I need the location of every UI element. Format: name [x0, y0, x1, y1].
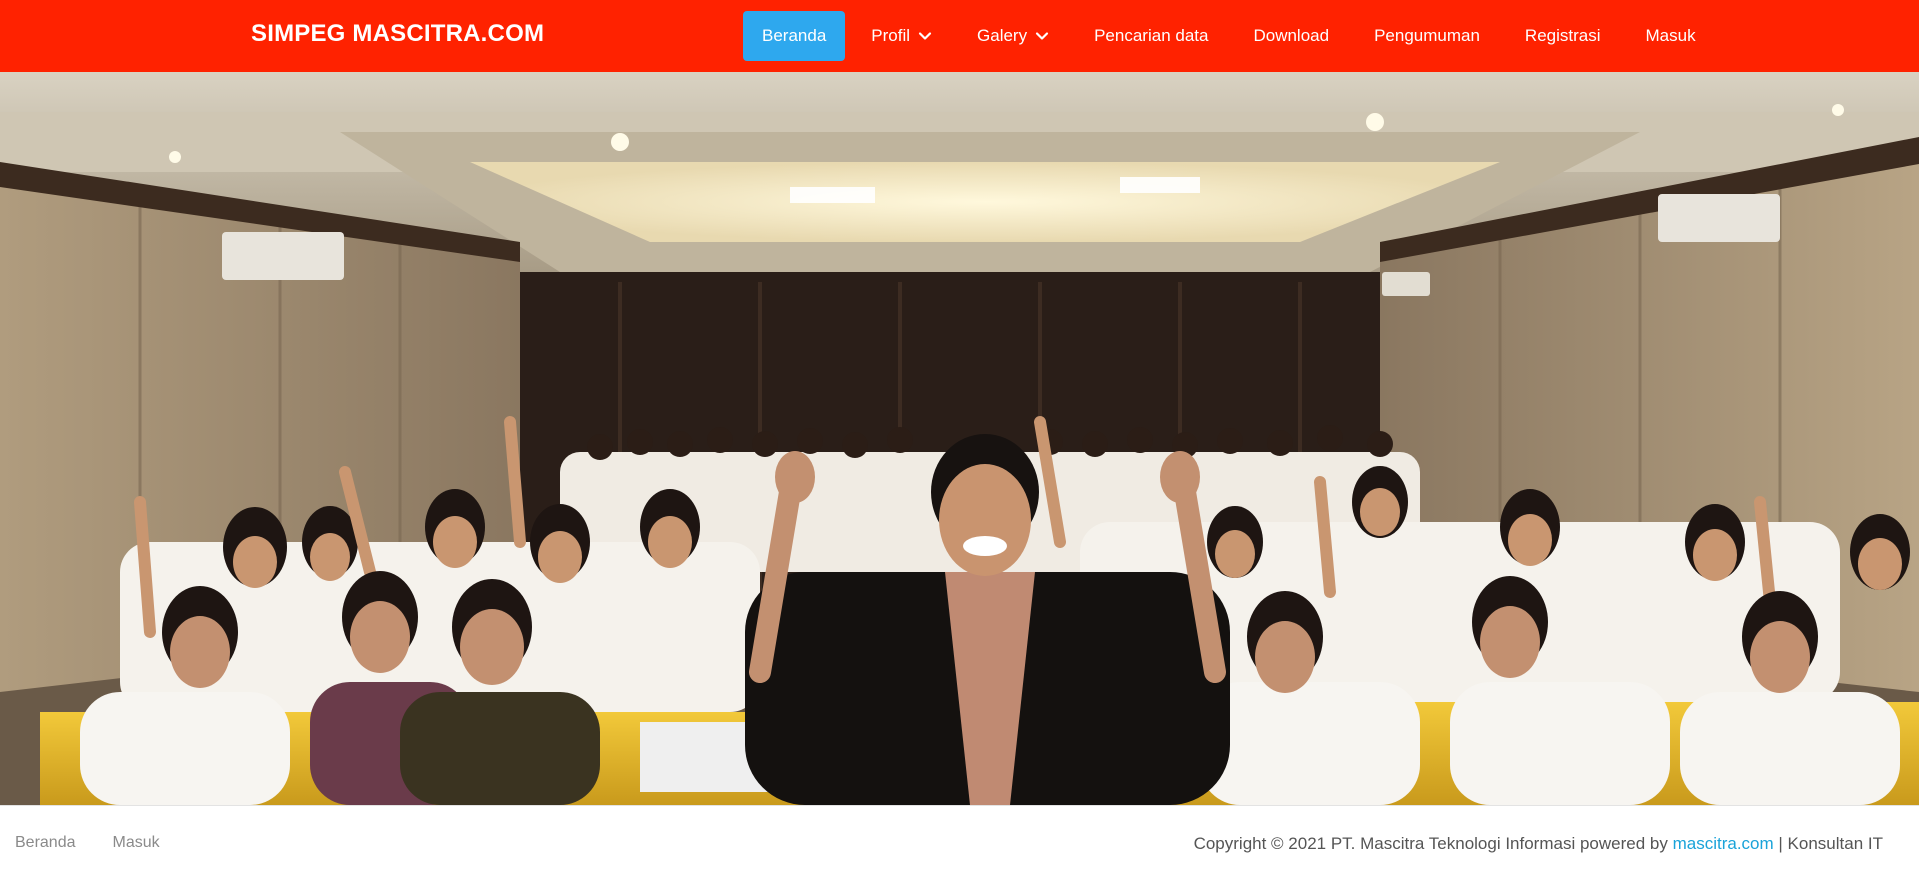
- mascitra-link[interactable]: mascitra.com: [1673, 834, 1774, 853]
- chevron-down-icon: [918, 29, 932, 43]
- nav-item-label: Pencarian data: [1094, 26, 1209, 45]
- copyright-text: Copyright © 2021 PT. Mascitra Teknologi …: [1194, 834, 1883, 854]
- chevron-down-icon: [1035, 29, 1049, 43]
- footer-link-beranda[interactable]: Beranda: [15, 834, 76, 852]
- hero-image: [0, 72, 1919, 805]
- copyright-suffix: | Konsultan IT: [1778, 834, 1883, 853]
- navbar: SIMPEG MASCITRA.COM Beranda Profil Galer…: [0, 0, 1919, 72]
- nav-item-label: Registrasi: [1524, 26, 1601, 45]
- nav-item-pencarian-data[interactable]: Pencarian data: [1075, 11, 1227, 61]
- nav-item-label: Masuk: [1645, 26, 1696, 45]
- nav-item-download[interactable]: Download: [1234, 11, 1348, 61]
- nav-item-masuk[interactable]: Masuk: [1627, 11, 1715, 61]
- nav-item-label: Galery: [977, 26, 1028, 45]
- nav-item-profil[interactable]: Profil: [852, 11, 951, 61]
- group-photo-illustration: [0, 72, 1919, 805]
- copyright-prefix: Copyright © 2021 PT. Mascitra Teknologi …: [1193, 834, 1668, 853]
- nav-item-registrasi[interactable]: Registrasi: [1506, 11, 1620, 61]
- footer-links: Beranda Masuk: [15, 834, 197, 852]
- nav-item-galery[interactable]: Galery: [958, 11, 1068, 61]
- nav-item-label: Beranda: [762, 26, 827, 45]
- nav-item-beranda[interactable]: Beranda: [743, 11, 846, 61]
- footer-link-masuk[interactable]: Masuk: [113, 834, 160, 852]
- nav-item-label: Pengumuman: [1374, 26, 1480, 45]
- nav-item-pengumuman[interactable]: Pengumuman: [1355, 11, 1499, 61]
- nav-item-label: Profil: [871, 26, 911, 45]
- main-nav: Beranda Profil Galery Pencarian data Dow…: [743, 11, 1722, 61]
- footer: Beranda Masuk Copyright © 2021 PT. Masci…: [0, 805, 1919, 889]
- brand-title[interactable]: SIMPEG MASCITRA.COM: [251, 20, 544, 48]
- nav-item-label: Download: [1253, 26, 1330, 45]
